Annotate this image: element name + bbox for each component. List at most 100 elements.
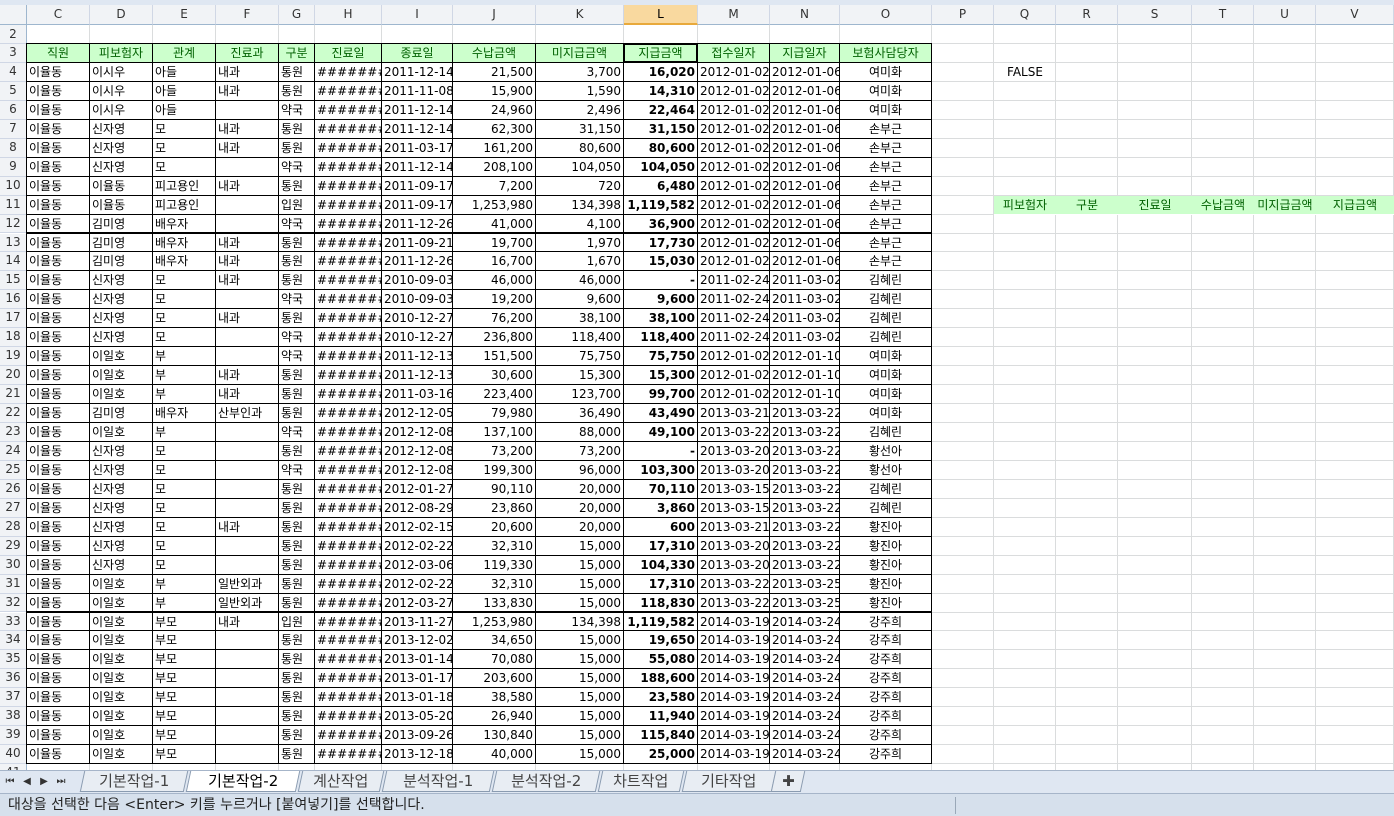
table-cell[interactable]: ######## (314, 459, 382, 480)
table-cell[interactable]: 15,000 (535, 573, 624, 594)
table-cell[interactable]: 모 (152, 478, 216, 499)
column-header-s[interactable]: S (1118, 5, 1192, 25)
table-cell[interactable]: 약국 (278, 422, 315, 442)
table-cell[interactable]: 통원 (278, 516, 315, 537)
table-cell[interactable]: 이율동 (26, 497, 90, 518)
table-cell[interactable]: 신자영 (89, 535, 153, 556)
table-cell[interactable]: 모 (152, 497, 216, 518)
table-cell[interactable]: 이율동 (26, 592, 90, 613)
criteria-header-cell[interactable]: 진료일 (1118, 195, 1192, 215)
table-cell[interactable]: 2013-03-22 (769, 535, 840, 556)
table-cell[interactable]: 2011-02-24 (697, 289, 770, 310)
spreadsheet-grid[interactable]: CDEFGHIJKLMNOPQRSTUV 2 3 4 5 6 7 8 9 10 11 12 13 14 1… (0, 0, 1394, 770)
prev-sheet-icon[interactable]: ◀ (20, 774, 34, 790)
table-cell[interactable]: 여미화 (839, 403, 932, 423)
table-cell[interactable]: 15,300 (535, 365, 624, 386)
table-cell[interactable]: 이율동 (26, 99, 90, 120)
row-header-8[interactable]: 8 (0, 138, 27, 158)
table-cell[interactable]: 2012-01-06 (769, 156, 840, 177)
row-header-23[interactable]: 23 (0, 423, 27, 442)
table-cell[interactable]: 2013-03-15 (697, 478, 770, 499)
table-cell[interactable]: ######## (314, 687, 382, 708)
table-cell[interactable]: 이율동 (26, 384, 90, 405)
table-cell[interactable]: 배우자 (152, 403, 216, 423)
first-sheet-icon[interactable]: ⏮ (3, 774, 17, 790)
table-cell[interactable]: 20,000 (535, 478, 624, 499)
table-cell[interactable]: 2012-01-02 (697, 194, 770, 215)
table-cell[interactable]: 2012-01-06 (769, 213, 840, 234)
table-cell[interactable]: 이일호 (89, 592, 153, 613)
column-header-l[interactable]: L (624, 5, 698, 25)
table-cell[interactable]: 김혜린 (839, 422, 932, 442)
table-cell[interactable]: 16,700 (452, 251, 536, 272)
table-cell[interactable]: 46,000 (452, 270, 536, 291)
table-cell[interactable]: 2011-03-17 (381, 137, 453, 158)
table-cell[interactable]: ######## (314, 706, 382, 727)
table-cell[interactable]: 이시우 (89, 99, 153, 120)
table-cell[interactable]: 아들 (152, 61, 216, 82)
table-cell[interactable]: 이율동 (26, 308, 90, 329)
table-cell[interactable]: 이율동 (26, 232, 90, 253)
table-cell[interactable]: 43,490 (623, 403, 698, 423)
table-cell[interactable]: 강주희 (839, 668, 932, 689)
row-header-27[interactable]: 27 (0, 498, 27, 518)
select-all-corner[interactable] (0, 5, 27, 25)
table-cell[interactable]: 이율동 (26, 194, 90, 215)
table-cell[interactable]: 2012-01-06 (769, 194, 840, 215)
table-cell[interactable]: 2012-01-10 (769, 365, 840, 386)
table-cell[interactable]: 이율동 (26, 535, 90, 556)
table-cell[interactable]: 통원 (278, 554, 315, 575)
table-cell[interactable]: 강주희 (839, 687, 932, 708)
table-cell[interactable]: 이율동 (26, 668, 90, 689)
table-cell[interactable]: 23,580 (623, 687, 698, 708)
table-cell[interactable]: 여미화 (839, 61, 932, 82)
table-cell[interactable]: 2012-01-02 (697, 156, 770, 177)
table-cell[interactable]: 내과 (215, 80, 279, 101)
row-header-36[interactable]: 36 (0, 669, 27, 689)
row-header-5[interactable]: 5 (0, 81, 27, 101)
row-header-20[interactable]: 20 (0, 366, 27, 386)
table-cell[interactable]: 133,830 (452, 592, 536, 613)
table-cell[interactable]: 통원 (278, 61, 315, 82)
table-cell[interactable]: 2013-05-20 (381, 706, 453, 727)
table-header-cell[interactable]: 지급금액 (623, 43, 698, 63)
table-cell[interactable]: 일반외과 (215, 573, 279, 594)
table-cell[interactable]: ######## (314, 289, 382, 310)
table-cell[interactable]: 2013-03-22 (769, 554, 840, 575)
table-cell[interactable]: 황진아 (839, 535, 932, 556)
table-cell[interactable]: 15,000 (535, 592, 624, 613)
table-cell[interactable]: 2010-12-27 (381, 327, 453, 348)
table-cell[interactable]: 2012-01-06 (769, 175, 840, 196)
table-cell[interactable]: 2014-03-19 (697, 706, 770, 727)
table-cell[interactable]: 96,000 (535, 459, 624, 480)
table-cell[interactable]: 모 (152, 270, 216, 291)
table-cell[interactable]: 720 (535, 175, 624, 196)
table-cell[interactable]: 김혜린 (839, 327, 932, 348)
table-cell[interactable]: 3,860 (623, 497, 698, 518)
row-header-25[interactable]: 25 (0, 460, 27, 480)
table-header-cell[interactable]: 종료일 (381, 43, 453, 63)
table-cell[interactable]: 2014-03-19 (697, 630, 770, 651)
table-cell[interactable]: 2013-12-18 (381, 744, 453, 765)
table-cell[interactable]: 이율동 (26, 611, 90, 632)
table-cell[interactable]: 2013-01-14 (381, 649, 453, 670)
table-cell[interactable]: 2012-01-06 (769, 118, 840, 139)
table-cell[interactable]: 17,730 (623, 232, 698, 253)
table-cell[interactable]: ######## (314, 308, 382, 329)
table-cell[interactable]: 신자영 (89, 327, 153, 348)
table-cell[interactable]: 1,119,582 (623, 194, 698, 215)
table-cell[interactable]: 통원 (278, 649, 315, 670)
table-header-cell[interactable]: 직원 (26, 43, 90, 63)
column-header-m[interactable]: M (698, 5, 770, 25)
table-cell[interactable]: 62,300 (452, 118, 536, 139)
table-cell[interactable]: 신자영 (89, 289, 153, 310)
table-cell[interactable] (215, 554, 279, 575)
table-cell[interactable]: 2011-03-02 (769, 270, 840, 291)
row-header-30[interactable]: 30 (0, 555, 27, 575)
table-cell[interactable]: 부모 (152, 611, 216, 632)
table-cell[interactable]: ######## (314, 118, 382, 139)
row-header-15[interactable]: 15 (0, 271, 27, 291)
row-header-6[interactable]: 6 (0, 100, 27, 120)
table-cell[interactable]: 이일호 (89, 384, 153, 405)
table-cell[interactable]: ######## (314, 535, 382, 556)
